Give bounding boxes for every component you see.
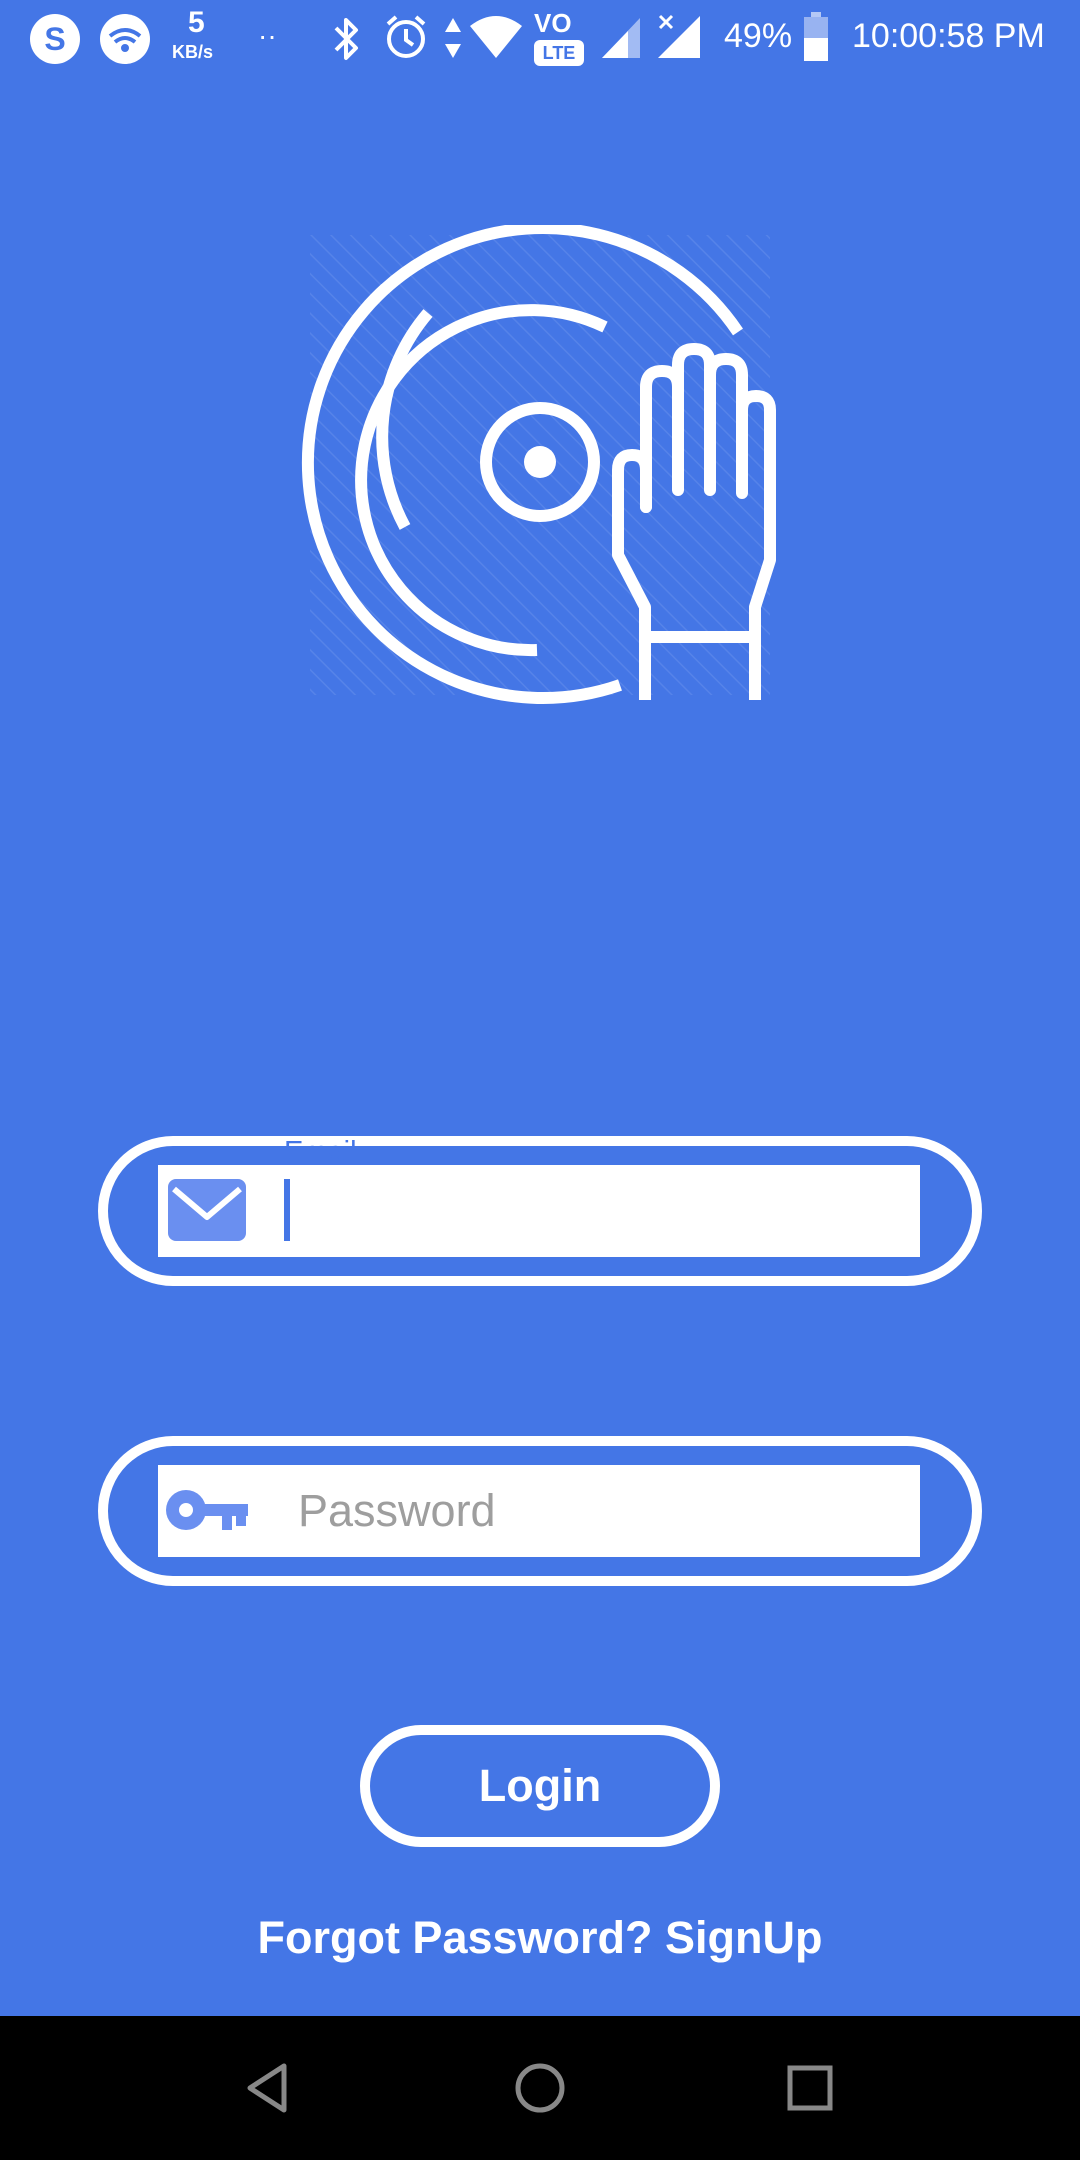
recents-icon[interactable] (780, 2058, 840, 2118)
bluetooth-icon (334, 18, 358, 60)
text-cursor (284, 1179, 290, 1241)
signal-no-data-icon (658, 14, 700, 58)
wifi-signal-icon (470, 16, 522, 58)
battery-percent: 49% (724, 17, 793, 55)
svg-text:S: S (44, 21, 65, 57)
key-icon (166, 1490, 248, 1530)
password-input[interactable] (298, 1466, 898, 1556)
battery-icon (804, 12, 828, 61)
email-label: Email (284, 1136, 357, 1168)
signup-link[interactable]: SignUp (665, 1912, 822, 1963)
network-speed-value: 5 (188, 6, 205, 39)
email-field[interactable] (158, 1165, 920, 1257)
login-button[interactable]: Login (360, 1725, 720, 1847)
volte-icon: VO LTE (532, 6, 586, 68)
notification-dots: ·· (258, 20, 277, 51)
email-icon (168, 1179, 246, 1241)
dj-turntable-logo (301, 225, 776, 704)
auth-links: Forgot Password? SignUp (0, 1912, 1080, 1964)
network-speed-unit: KB/s (172, 42, 214, 62)
navigation-bar (0, 2016, 1080, 2160)
data-arrows-icon (445, 18, 461, 58)
clock: 10:00:58 PM (852, 17, 1045, 55)
status-bar: S 5 KB/s ·· VO LTE 49% 10:00:58 PM (0, 0, 1080, 76)
forgot-password-link[interactable]: Forgot Password? (257, 1912, 652, 1963)
signal-icon (602, 18, 640, 58)
home-icon[interactable] (510, 2058, 570, 2118)
wifi-icon (100, 14, 150, 64)
lte-label: LTE (542, 43, 576, 63)
skype-icon: S (30, 14, 80, 64)
alarm-icon (386, 15, 426, 58)
back-icon[interactable] (240, 2058, 300, 2118)
